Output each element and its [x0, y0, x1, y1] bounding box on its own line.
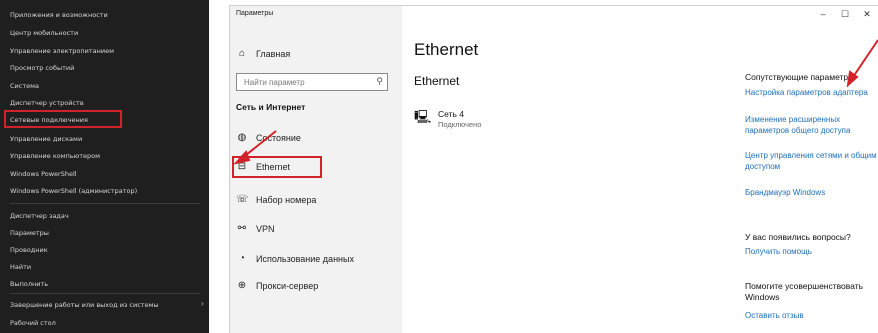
arrowhead-ethernet — [233, 150, 251, 165]
arrow-to-adapter-link — [850, 39, 878, 81]
annotation-arrows — [233, 39, 878, 165]
